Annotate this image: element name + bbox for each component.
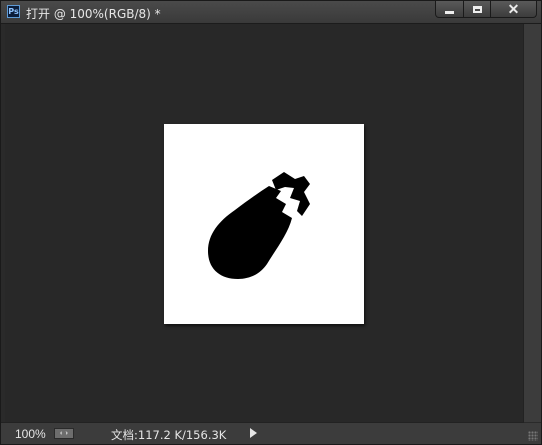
status-menu-arrow-icon[interactable]	[250, 428, 257, 438]
eggplant-icon	[208, 172, 310, 279]
resize-corner[interactable]	[524, 423, 541, 444]
close-button[interactable]: ✕	[491, 1, 537, 18]
minimize-icon	[445, 10, 454, 14]
zoom-level[interactable]: 100%	[15, 427, 46, 441]
document-window: Ps 打开 @ 100%(RGB/8) * ✕ 100% ◐◑ 文档:117.2…	[0, 0, 542, 445]
maximize-icon	[472, 5, 482, 13]
window-controls: ✕	[435, 1, 537, 20]
canvas-area[interactable]	[5, 24, 523, 422]
window-title: 打开 @ 100%(RGB/8) *	[26, 7, 161, 21]
minimize-button[interactable]	[435, 1, 464, 18]
photoshop-icon: Ps	[7, 5, 20, 18]
title-bar[interactable]: Ps 打开 @ 100%(RGB/8) * ✕	[1, 1, 541, 24]
vertical-scrollbar[interactable]	[523, 24, 541, 422]
close-icon: ✕	[507, 1, 520, 17]
zoom-options-button[interactable]: ◐◑	[54, 428, 74, 439]
document-size: 文档:117.2 K/156.3K	[111, 428, 227, 442]
document-canvas[interactable]	[164, 124, 364, 324]
resize-grip-icon[interactable]	[528, 431, 538, 441]
maximize-button[interactable]	[464, 1, 491, 18]
status-bar: 100% ◐◑ 文档:117.2 K/156.3K	[1, 422, 524, 444]
